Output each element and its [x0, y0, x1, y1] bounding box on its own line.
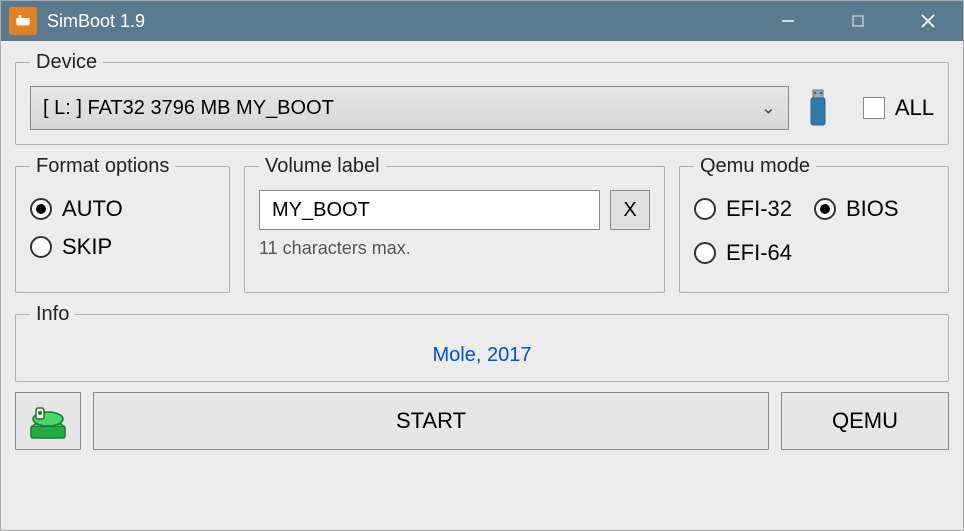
radio-icon — [814, 198, 836, 220]
chevron-down-icon: ⌄ — [761, 98, 776, 119]
device-dropdown[interactable]: [ L: ] FAT32 3796 MB MY_BOOT ⌄ — [30, 86, 789, 130]
qemu-mode-legend: Qemu mode — [694, 155, 816, 178]
volume-clear-button[interactable]: X — [610, 190, 650, 230]
all-label: ALL — [895, 95, 934, 121]
titlebar: SimBoot 1.9 — [1, 1, 963, 41]
qemu-efi64-radio[interactable]: EFI-64 — [694, 240, 814, 266]
window-title: SimBoot 1.9 — [47, 11, 145, 32]
info-legend: Info — [30, 303, 75, 326]
radio-icon — [694, 198, 716, 220]
format-options-group: Format options AUTO SKIP — [15, 155, 230, 293]
all-checkbox[interactable] — [863, 97, 885, 119]
device-dropdown-value: [ L: ] FAT32 3796 MB MY_BOOT — [43, 97, 334, 120]
format-skip-label: SKIP — [62, 234, 112, 260]
all-checkbox-wrapper: ALL — [863, 95, 934, 121]
volume-label-hint: 11 characters max. — [259, 238, 650, 259]
client-area: Device [ L: ] FAT32 3796 MB MY_BOOT ⌄ AL… — [1, 41, 963, 530]
minimize-button[interactable] — [753, 1, 823, 41]
volume-label-group: Volume label X 11 characters max. — [244, 155, 665, 293]
start-button[interactable]: START — [93, 392, 769, 450]
qemu-button[interactable]: QEMU — [781, 392, 949, 450]
qemu-efi32-label: EFI-32 — [726, 196, 792, 222]
radio-icon — [30, 236, 52, 258]
usb-icon — [803, 86, 833, 130]
info-text: Mole, 2017 — [30, 338, 934, 371]
volume-label-input[interactable] — [259, 190, 600, 230]
device-legend: Device — [30, 51, 103, 74]
format-auto-radio[interactable]: AUTO — [30, 196, 215, 222]
format-options-legend: Format options — [30, 155, 175, 178]
window-controls — [753, 1, 963, 41]
info-group: Info Mole, 2017 — [15, 303, 949, 382]
app-icon — [9, 7, 37, 35]
disk-icon-button[interactable] — [15, 392, 81, 450]
qemu-efi32-radio[interactable]: EFI-32 — [694, 196, 814, 222]
maximize-button[interactable] — [823, 1, 893, 41]
close-button[interactable] — [893, 1, 963, 41]
qemu-mode-group: Qemu mode EFI-32 BIOS EFI-64 — [679, 155, 949, 293]
format-skip-radio[interactable]: SKIP — [30, 234, 215, 260]
volume-label-legend: Volume label — [259, 155, 386, 178]
qemu-bios-radio[interactable]: BIOS — [814, 196, 934, 222]
qemu-bios-label: BIOS — [846, 196, 899, 222]
format-auto-label: AUTO — [62, 196, 123, 222]
qemu-efi64-label: EFI-64 — [726, 240, 792, 266]
device-group: Device [ L: ] FAT32 3796 MB MY_BOOT ⌄ AL… — [15, 51, 949, 145]
bottom-bar: START QEMU — [15, 392, 949, 450]
radio-icon — [30, 198, 52, 220]
radio-icon — [694, 242, 716, 264]
app-window: SimBoot 1.9 Device [ L: ] FAT32 3796 MB … — [0, 0, 964, 531]
